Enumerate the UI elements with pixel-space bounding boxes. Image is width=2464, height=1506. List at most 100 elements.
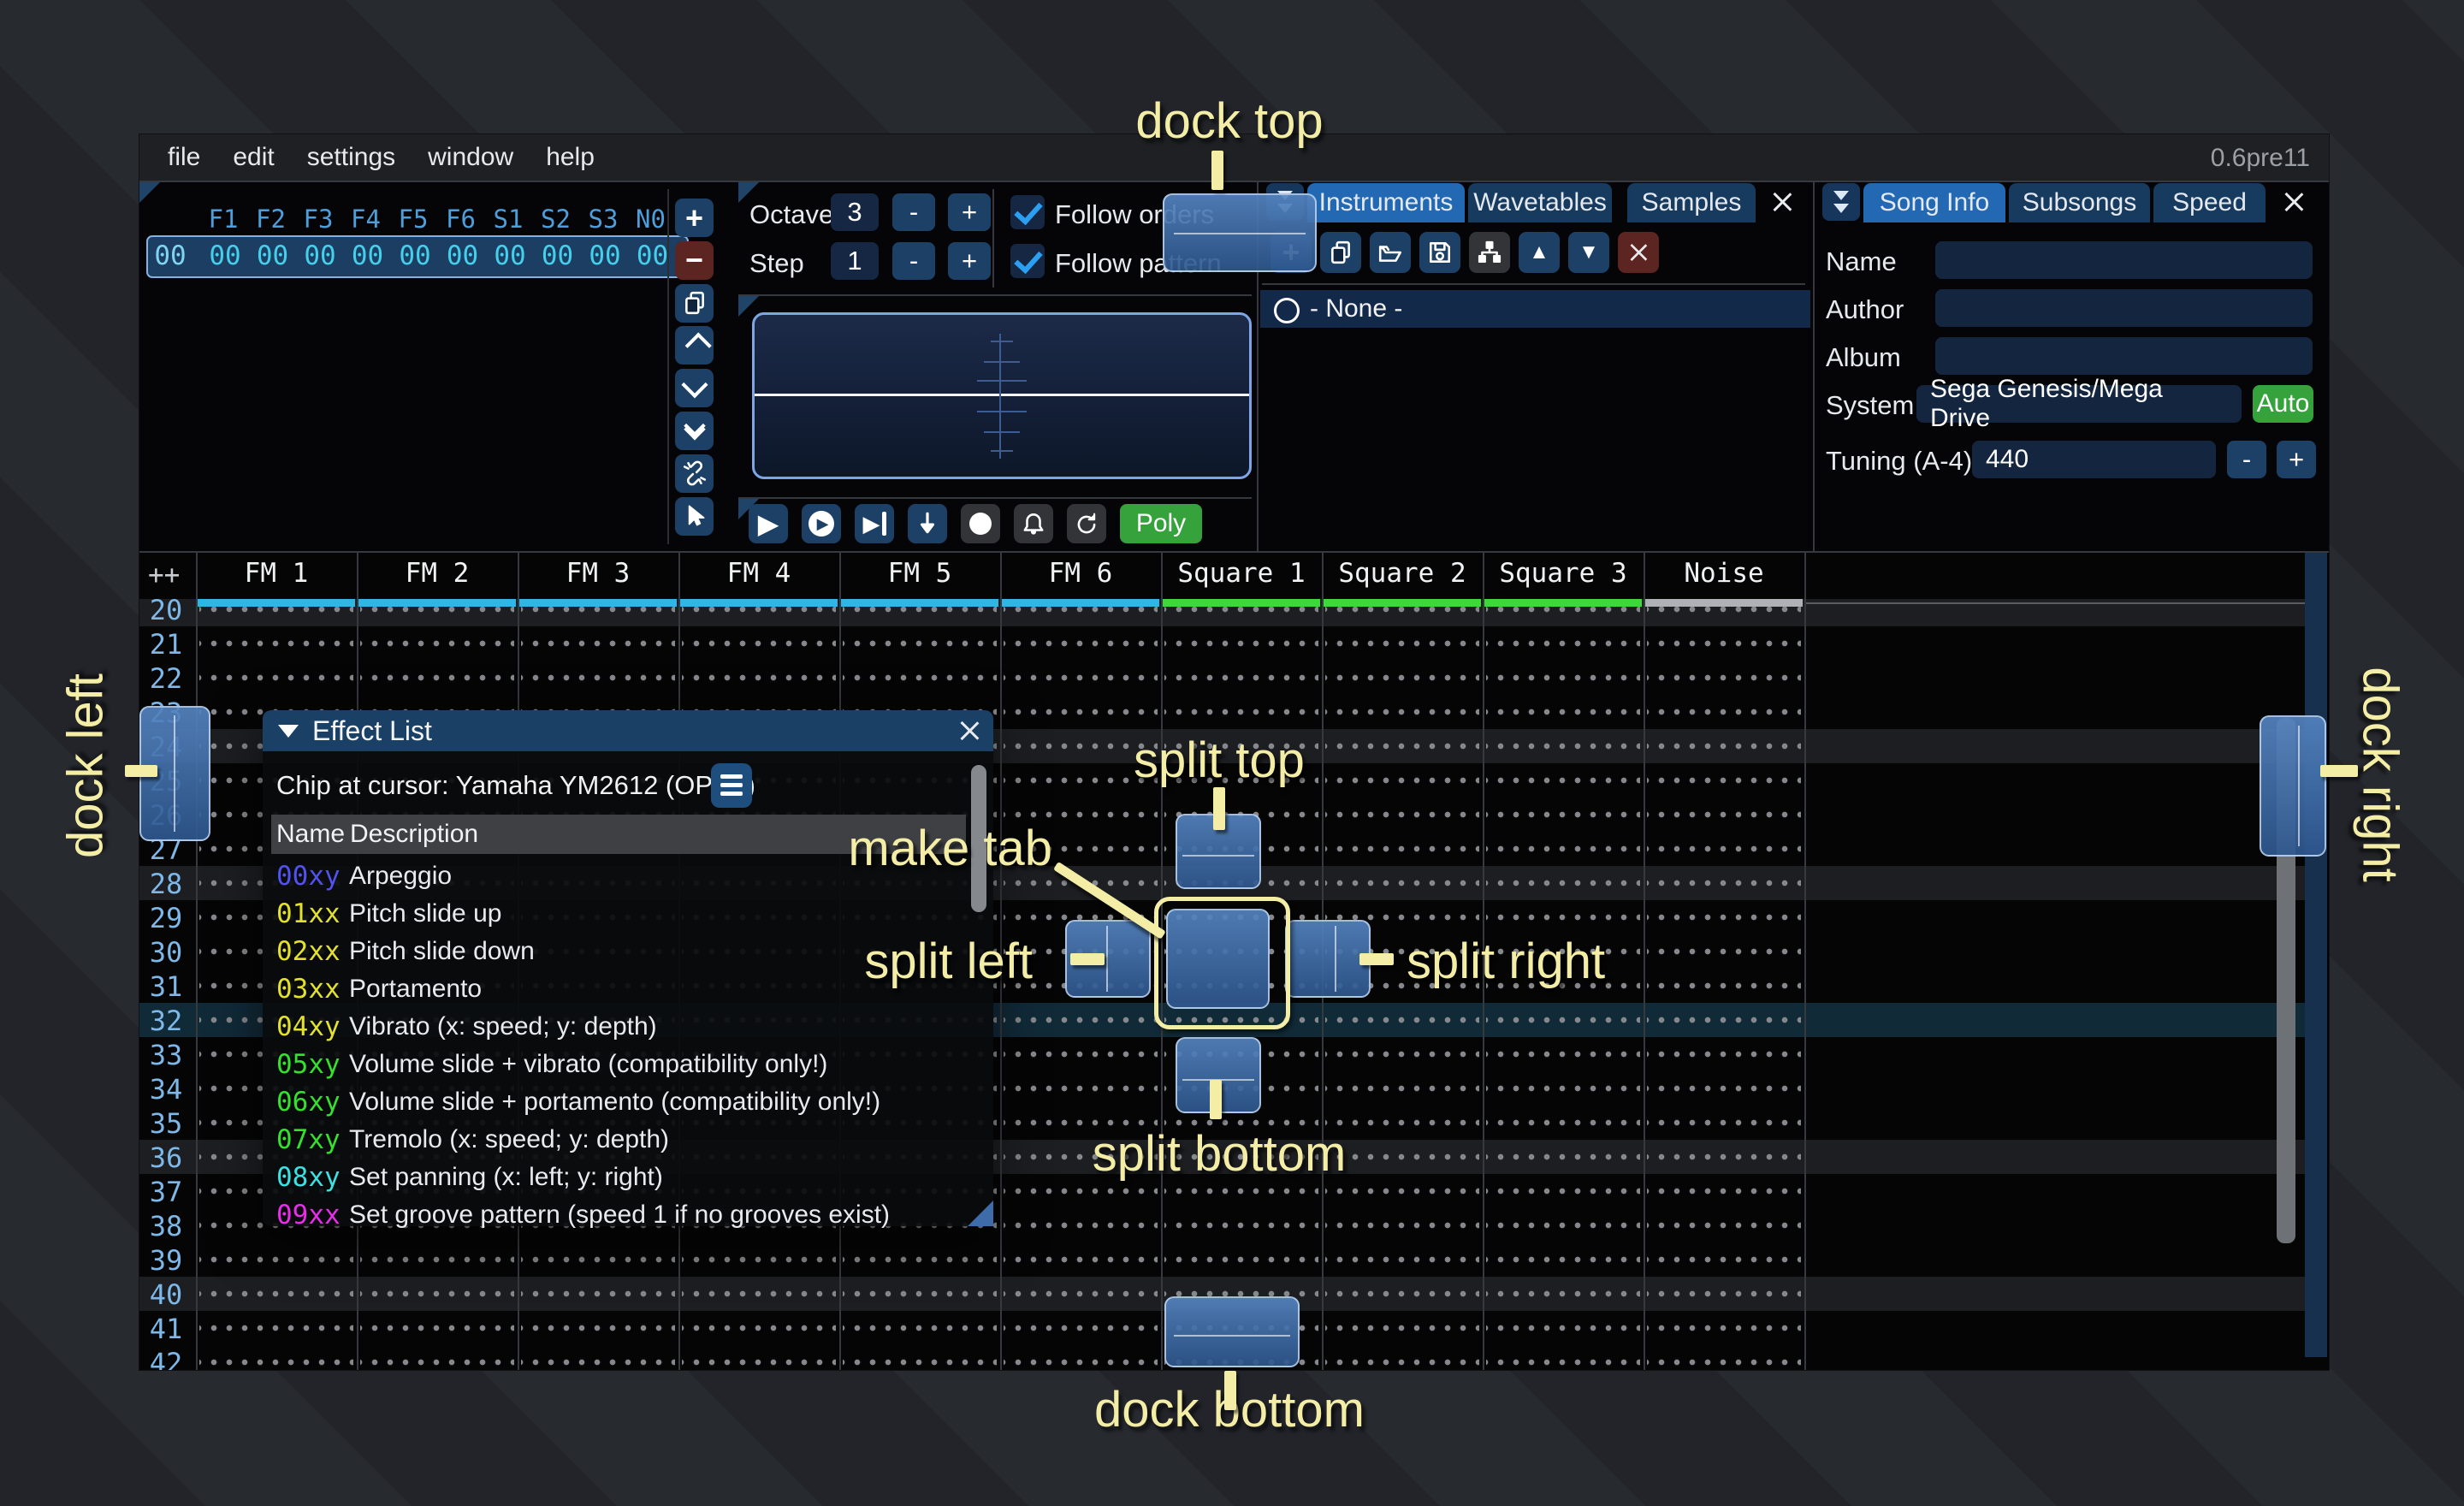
pattern-cell[interactable] xyxy=(1647,1208,1801,1242)
pattern-cell[interactable] xyxy=(1647,866,1801,900)
pattern-cell[interactable] xyxy=(1647,1277,1801,1311)
pattern-cell[interactable] xyxy=(1647,969,1801,1003)
dock-hint-right[interactable] xyxy=(2260,715,2326,857)
move-down-icon[interactable] xyxy=(675,369,714,407)
pattern-cell[interactable] xyxy=(1004,1003,1158,1037)
pattern-cell[interactable] xyxy=(843,1311,997,1345)
next-order-icon[interactable]: ▶ xyxy=(855,504,894,543)
pattern-cell[interactable] xyxy=(1486,763,1640,797)
pattern-cell[interactable] xyxy=(1647,661,1801,695)
pattern-cell[interactable] xyxy=(682,1311,836,1345)
pattern-cell[interactable] xyxy=(1486,1106,1640,1140)
effect-row[interactable]: 01xxPitch slide up xyxy=(263,895,993,933)
pattern-cell[interactable] xyxy=(1486,797,1640,832)
pattern-cell[interactable] xyxy=(1486,1242,1640,1277)
pattern-cell[interactable] xyxy=(1004,1071,1158,1106)
pattern-cell[interactable] xyxy=(360,1242,514,1277)
cursor-icon[interactable] xyxy=(675,497,714,536)
dock-hint-bottom[interactable] xyxy=(1164,1296,1300,1367)
channel-header-fm-5[interactable]: FM 5 xyxy=(888,558,952,589)
effect-list-titlebar[interactable]: Effect List xyxy=(263,710,993,751)
resize-grip[interactable] xyxy=(968,1201,993,1226)
add-icon[interactable]: + xyxy=(675,199,714,237)
pattern-cell[interactable] xyxy=(1325,1242,1479,1277)
unlink-icon[interactable] xyxy=(675,454,714,493)
channel-header-square-3[interactable]: Square 3 xyxy=(1499,558,1626,589)
pattern-cell[interactable] xyxy=(1486,1345,1640,1371)
pattern-cell[interactable] xyxy=(843,1345,997,1371)
effect-row[interactable]: 07xyTremolo (x: speed; y: depth) xyxy=(263,1121,993,1159)
pattern-cell[interactable] xyxy=(1486,661,1640,695)
pattern-cell[interactable] xyxy=(1004,626,1158,661)
order-cell[interactable]: 00 xyxy=(304,240,335,271)
remove-icon[interactable]: − xyxy=(675,241,714,280)
pattern-cell[interactable] xyxy=(682,1345,836,1371)
order-cell[interactable]: 00 xyxy=(494,240,525,271)
pattern-cell[interactable] xyxy=(1486,832,1640,866)
pattern-cell[interactable] xyxy=(682,1277,836,1311)
tuning-minus-button[interactable]: - xyxy=(2227,441,2266,478)
album-field[interactable] xyxy=(1935,337,2313,375)
tab-song-info[interactable]: Song Info xyxy=(1863,183,2005,222)
menu-settings[interactable]: settings xyxy=(291,143,412,171)
close-window-icon[interactable] xyxy=(952,712,986,750)
pattern-cell[interactable] xyxy=(1325,866,1479,900)
menu-edit[interactable]: edit xyxy=(216,143,290,171)
pattern-cell[interactable] xyxy=(1325,1208,1479,1242)
move-bottom-icon[interactable] xyxy=(675,412,714,450)
duplicate-icon[interactable] xyxy=(1320,232,1361,273)
step-value[interactable]: 1 xyxy=(831,242,879,280)
pattern-cell[interactable] xyxy=(1647,763,1801,797)
effect-row[interactable]: 04xyVibrato (x: speed; y: depth) xyxy=(263,1008,993,1046)
record-icon[interactable] xyxy=(961,504,1000,543)
pattern-cell[interactable] xyxy=(1004,1277,1158,1311)
order-cell[interactable]: 00 xyxy=(257,240,288,271)
menu-window[interactable]: window xyxy=(412,143,530,171)
name-field[interactable] xyxy=(1935,241,2313,279)
pattern-cell[interactable] xyxy=(199,1242,353,1277)
pattern-cell[interactable] xyxy=(682,626,836,661)
repeat-icon[interactable] xyxy=(1067,504,1106,543)
pattern-cell[interactable] xyxy=(360,626,514,661)
pattern-cell[interactable] xyxy=(1647,729,1801,763)
pattern-cell[interactable] xyxy=(1647,1106,1801,1140)
pattern-cell[interactable] xyxy=(1164,661,1318,695)
order-cell[interactable]: 00 xyxy=(399,240,430,271)
pattern-cell[interactable] xyxy=(1325,1345,1479,1371)
pattern-cell[interactable] xyxy=(1325,695,1479,729)
pattern-cell[interactable] xyxy=(1164,695,1318,729)
effect-row[interactable]: 09xxSet groove pattern (speed 1 if no gr… xyxy=(263,1196,993,1234)
pattern-cell[interactable] xyxy=(1647,900,1801,934)
octave-plus-button[interactable]: + xyxy=(948,193,991,231)
pattern-cell[interactable] xyxy=(1325,832,1479,866)
pattern-cell[interactable] xyxy=(1486,866,1640,900)
open-icon[interactable] xyxy=(1370,232,1411,273)
tab-speed[interactable]: Speed xyxy=(2153,183,2266,222)
collapse-icon[interactable] xyxy=(278,725,299,738)
octave-minus-button[interactable]: - xyxy=(892,193,935,231)
pattern-cell[interactable] xyxy=(1647,1071,1801,1106)
pattern-cell[interactable] xyxy=(1647,695,1801,729)
add-channel-button[interactable]: ++ xyxy=(148,560,180,590)
follow-orders-checkbox[interactable] xyxy=(1010,195,1045,229)
move-up-icon[interactable] xyxy=(675,326,714,365)
pattern-cell[interactable] xyxy=(1647,1037,1801,1071)
pattern-cell[interactable] xyxy=(1647,934,1801,969)
delete-icon[interactable] xyxy=(1618,232,1659,273)
pattern-cell[interactable] xyxy=(1486,900,1640,934)
step-plus-button[interactable]: + xyxy=(948,242,991,280)
pattern-row[interactable]: 22 xyxy=(139,661,2305,695)
pattern-cell[interactable] xyxy=(843,1242,997,1277)
split-hint-right[interactable] xyxy=(1285,920,1371,998)
pattern-cell[interactable] xyxy=(360,1277,514,1311)
channel-header-noise[interactable]: Noise xyxy=(1684,558,1763,589)
pattern-cell[interactable] xyxy=(1486,1277,1640,1311)
channel-header-square-2[interactable]: Square 2 xyxy=(1338,558,1466,589)
pattern-cell[interactable] xyxy=(682,661,836,695)
pattern-cell[interactable] xyxy=(1647,1174,1801,1208)
pattern-cell[interactable] xyxy=(521,661,675,695)
pattern-cell[interactable] xyxy=(1647,1311,1801,1345)
pattern-cell[interactable] xyxy=(360,1311,514,1345)
effect-list-menu-button[interactable] xyxy=(711,763,752,808)
organize-icon[interactable] xyxy=(1469,232,1510,273)
